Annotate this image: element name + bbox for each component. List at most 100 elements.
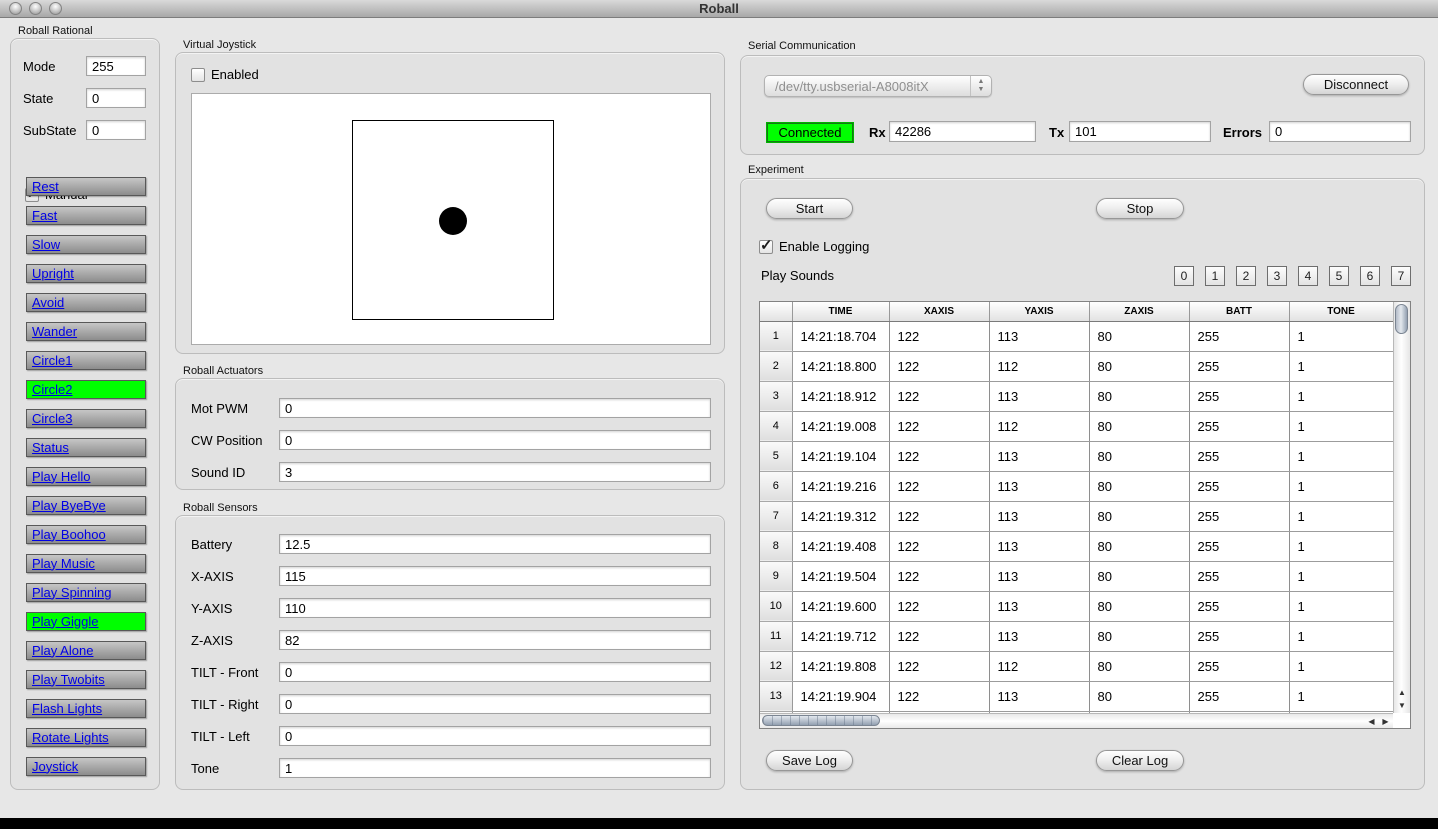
start-button[interactable]: Start: [766, 198, 853, 219]
clear-log-button[interactable]: Clear Log: [1096, 750, 1184, 771]
wander-button[interactable]: Wander: [26, 322, 146, 341]
rest-button[interactable]: Rest: [26, 177, 146, 196]
cell-tone: 1: [1289, 471, 1393, 501]
errors-field[interactable]: [1269, 121, 1411, 142]
column-header-batt[interactable]: BATT: [1189, 302, 1289, 321]
column-header-time[interactable]: TIME: [792, 302, 889, 321]
flash-lights-button[interactable]: Flash Lights: [26, 699, 146, 718]
mot-pwm-field[interactable]: [279, 398, 711, 418]
sound-6-button[interactable]: 6: [1360, 266, 1380, 286]
sensors-panel-title: Roball Sensors: [183, 502, 258, 514]
horizontal-scrollbar[interactable]: ◀ ▶: [760, 713, 1393, 728]
table-row[interactable]: 1314:21:19.904122113802551: [760, 681, 1393, 711]
circle3-button[interactable]: Circle3: [26, 409, 146, 428]
circle2-button[interactable]: Circle2: [26, 380, 146, 399]
serial-port-select[interactable]: /dev/tty.usbserial-A8008itX ▲ ▼: [764, 75, 992, 97]
rotate-lights-button[interactable]: Rotate Lights: [26, 728, 146, 747]
table-row[interactable]: 514:21:19.104122113802551: [760, 441, 1393, 471]
y-axis-label: Y-AXIS: [191, 601, 279, 616]
cell-tone: 1: [1289, 591, 1393, 621]
scroll-up-icon[interactable]: ▲: [1394, 686, 1410, 699]
column-header-xaxis[interactable]: XAXIS: [889, 302, 989, 321]
vertical-scrollbar-thumb[interactable]: [1395, 304, 1408, 334]
joystick-canvas[interactable]: [191, 93, 711, 345]
stepper-down-icon: ▼: [978, 86, 985, 94]
cw-position-label: CW Position: [191, 433, 279, 448]
table-row[interactable]: 314:21:18.912122113802551: [760, 381, 1393, 411]
play-music-button[interactable]: Play Music: [26, 554, 146, 573]
column-header-yaxis[interactable]: YAXIS: [989, 302, 1089, 321]
cell-time: 14:21:19.104: [792, 441, 889, 471]
table-row[interactable]: 1114:21:19.712122113802551: [760, 621, 1393, 651]
table-row[interactable]: 614:21:19.216122113802551: [760, 471, 1393, 501]
play-spinning-button[interactable]: Play Spinning: [26, 583, 146, 602]
tone-field[interactable]: [279, 758, 711, 778]
table-row[interactable]: 214:21:18.800122112802551: [760, 351, 1393, 381]
sound-3-button[interactable]: 3: [1267, 266, 1287, 286]
joystick-enabled-checkbox-box[interactable]: [191, 68, 205, 82]
mode-field[interactable]: [86, 56, 146, 76]
play-hello-button[interactable]: Play Hello: [26, 467, 146, 486]
tilt-right-field[interactable]: [279, 694, 711, 714]
avoid-button[interactable]: Avoid: [26, 293, 146, 312]
enable-logging-checkbox-box[interactable]: ✓: [759, 240, 773, 254]
battery-field[interactable]: [279, 534, 711, 554]
sound-1-button[interactable]: 1: [1205, 266, 1225, 286]
z-axis-field[interactable]: [279, 630, 711, 650]
substate-field[interactable]: [86, 120, 146, 140]
play-byebye-button[interactable]: Play ByeBye: [26, 496, 146, 515]
battery-row: Battery: [191, 534, 711, 554]
sound-7-button[interactable]: 7: [1391, 266, 1411, 286]
tilt-left-field[interactable]: [279, 726, 711, 746]
upright-button[interactable]: Upright: [26, 264, 146, 283]
tilt-front-field[interactable]: [279, 662, 711, 682]
table-row[interactable]: 1214:21:19.808122112802551: [760, 651, 1393, 681]
save-log-button[interactable]: Save Log: [766, 750, 853, 771]
play-boohoo-button[interactable]: Play Boohoo: [26, 525, 146, 544]
cw-position-field[interactable]: [279, 430, 711, 450]
play-alone-button[interactable]: Play Alone: [26, 641, 146, 660]
scroll-right-icon[interactable]: ▶: [1379, 715, 1392, 728]
column-header-zaxis[interactable]: ZAXIS: [1089, 302, 1189, 321]
cell-yaxis: 113: [989, 621, 1089, 651]
fast-button[interactable]: Fast: [26, 206, 146, 225]
sound-4-button[interactable]: 4: [1298, 266, 1318, 286]
table-row[interactable]: 1014:21:19.600122113802551: [760, 591, 1393, 621]
vertical-scrollbar[interactable]: ▲ ▼: [1393, 302, 1410, 713]
tx-field[interactable]: [1069, 121, 1211, 142]
table-row[interactable]: 914:21:19.504122113802551: [760, 561, 1393, 591]
table-row[interactable]: 414:21:19.008122112802551: [760, 411, 1393, 441]
table-row[interactable]: 814:21:19.408122113802551: [760, 531, 1393, 561]
joystick-position-dot[interactable]: [439, 207, 467, 235]
table-row[interactable]: 714:21:19.312122113802551: [760, 501, 1393, 531]
enable-logging-checkbox[interactable]: ✓ Enable Logging: [759, 239, 869, 254]
circle1-button[interactable]: Circle1: [26, 351, 146, 370]
disconnect-button[interactable]: Disconnect: [1303, 74, 1409, 95]
rx-field[interactable]: [889, 121, 1036, 142]
table-row[interactable]: 114:21:18.704122113802551: [760, 321, 1393, 351]
status-button[interactable]: Status: [26, 438, 146, 457]
scroll-down-icon[interactable]: ▼: [1394, 699, 1410, 712]
row-number: 7: [760, 501, 792, 531]
sound-0-button[interactable]: 0: [1174, 266, 1194, 286]
joystick-enabled-checkbox[interactable]: Enabled: [191, 67, 259, 82]
play-giggle-button[interactable]: Play Giggle: [26, 612, 146, 631]
sound-2-button[interactable]: 2: [1236, 266, 1256, 286]
x-axis-field[interactable]: [279, 566, 711, 586]
scroll-left-icon[interactable]: ◀: [1365, 715, 1378, 728]
state-field[interactable]: [86, 88, 146, 108]
slow-button[interactable]: Slow: [26, 235, 146, 254]
play-twobits-button[interactable]: Play Twobits: [26, 670, 146, 689]
horizontal-scrollbar-thumb[interactable]: [762, 715, 880, 726]
cell-xaxis: 122: [889, 351, 989, 381]
stop-button[interactable]: Stop: [1096, 198, 1184, 219]
column-header-tone[interactable]: TONE: [1289, 302, 1393, 321]
stepper-icon[interactable]: ▲ ▼: [970, 76, 991, 96]
sound-5-button[interactable]: 5: [1329, 266, 1349, 286]
sound-id-field[interactable]: [279, 462, 711, 482]
joystick-button[interactable]: Joystick: [26, 757, 146, 776]
cell-batt: 255: [1189, 321, 1289, 351]
cell-time: 14:21:19.600: [792, 591, 889, 621]
state-row: State: [23, 88, 147, 108]
y-axis-field[interactable]: [279, 598, 711, 618]
